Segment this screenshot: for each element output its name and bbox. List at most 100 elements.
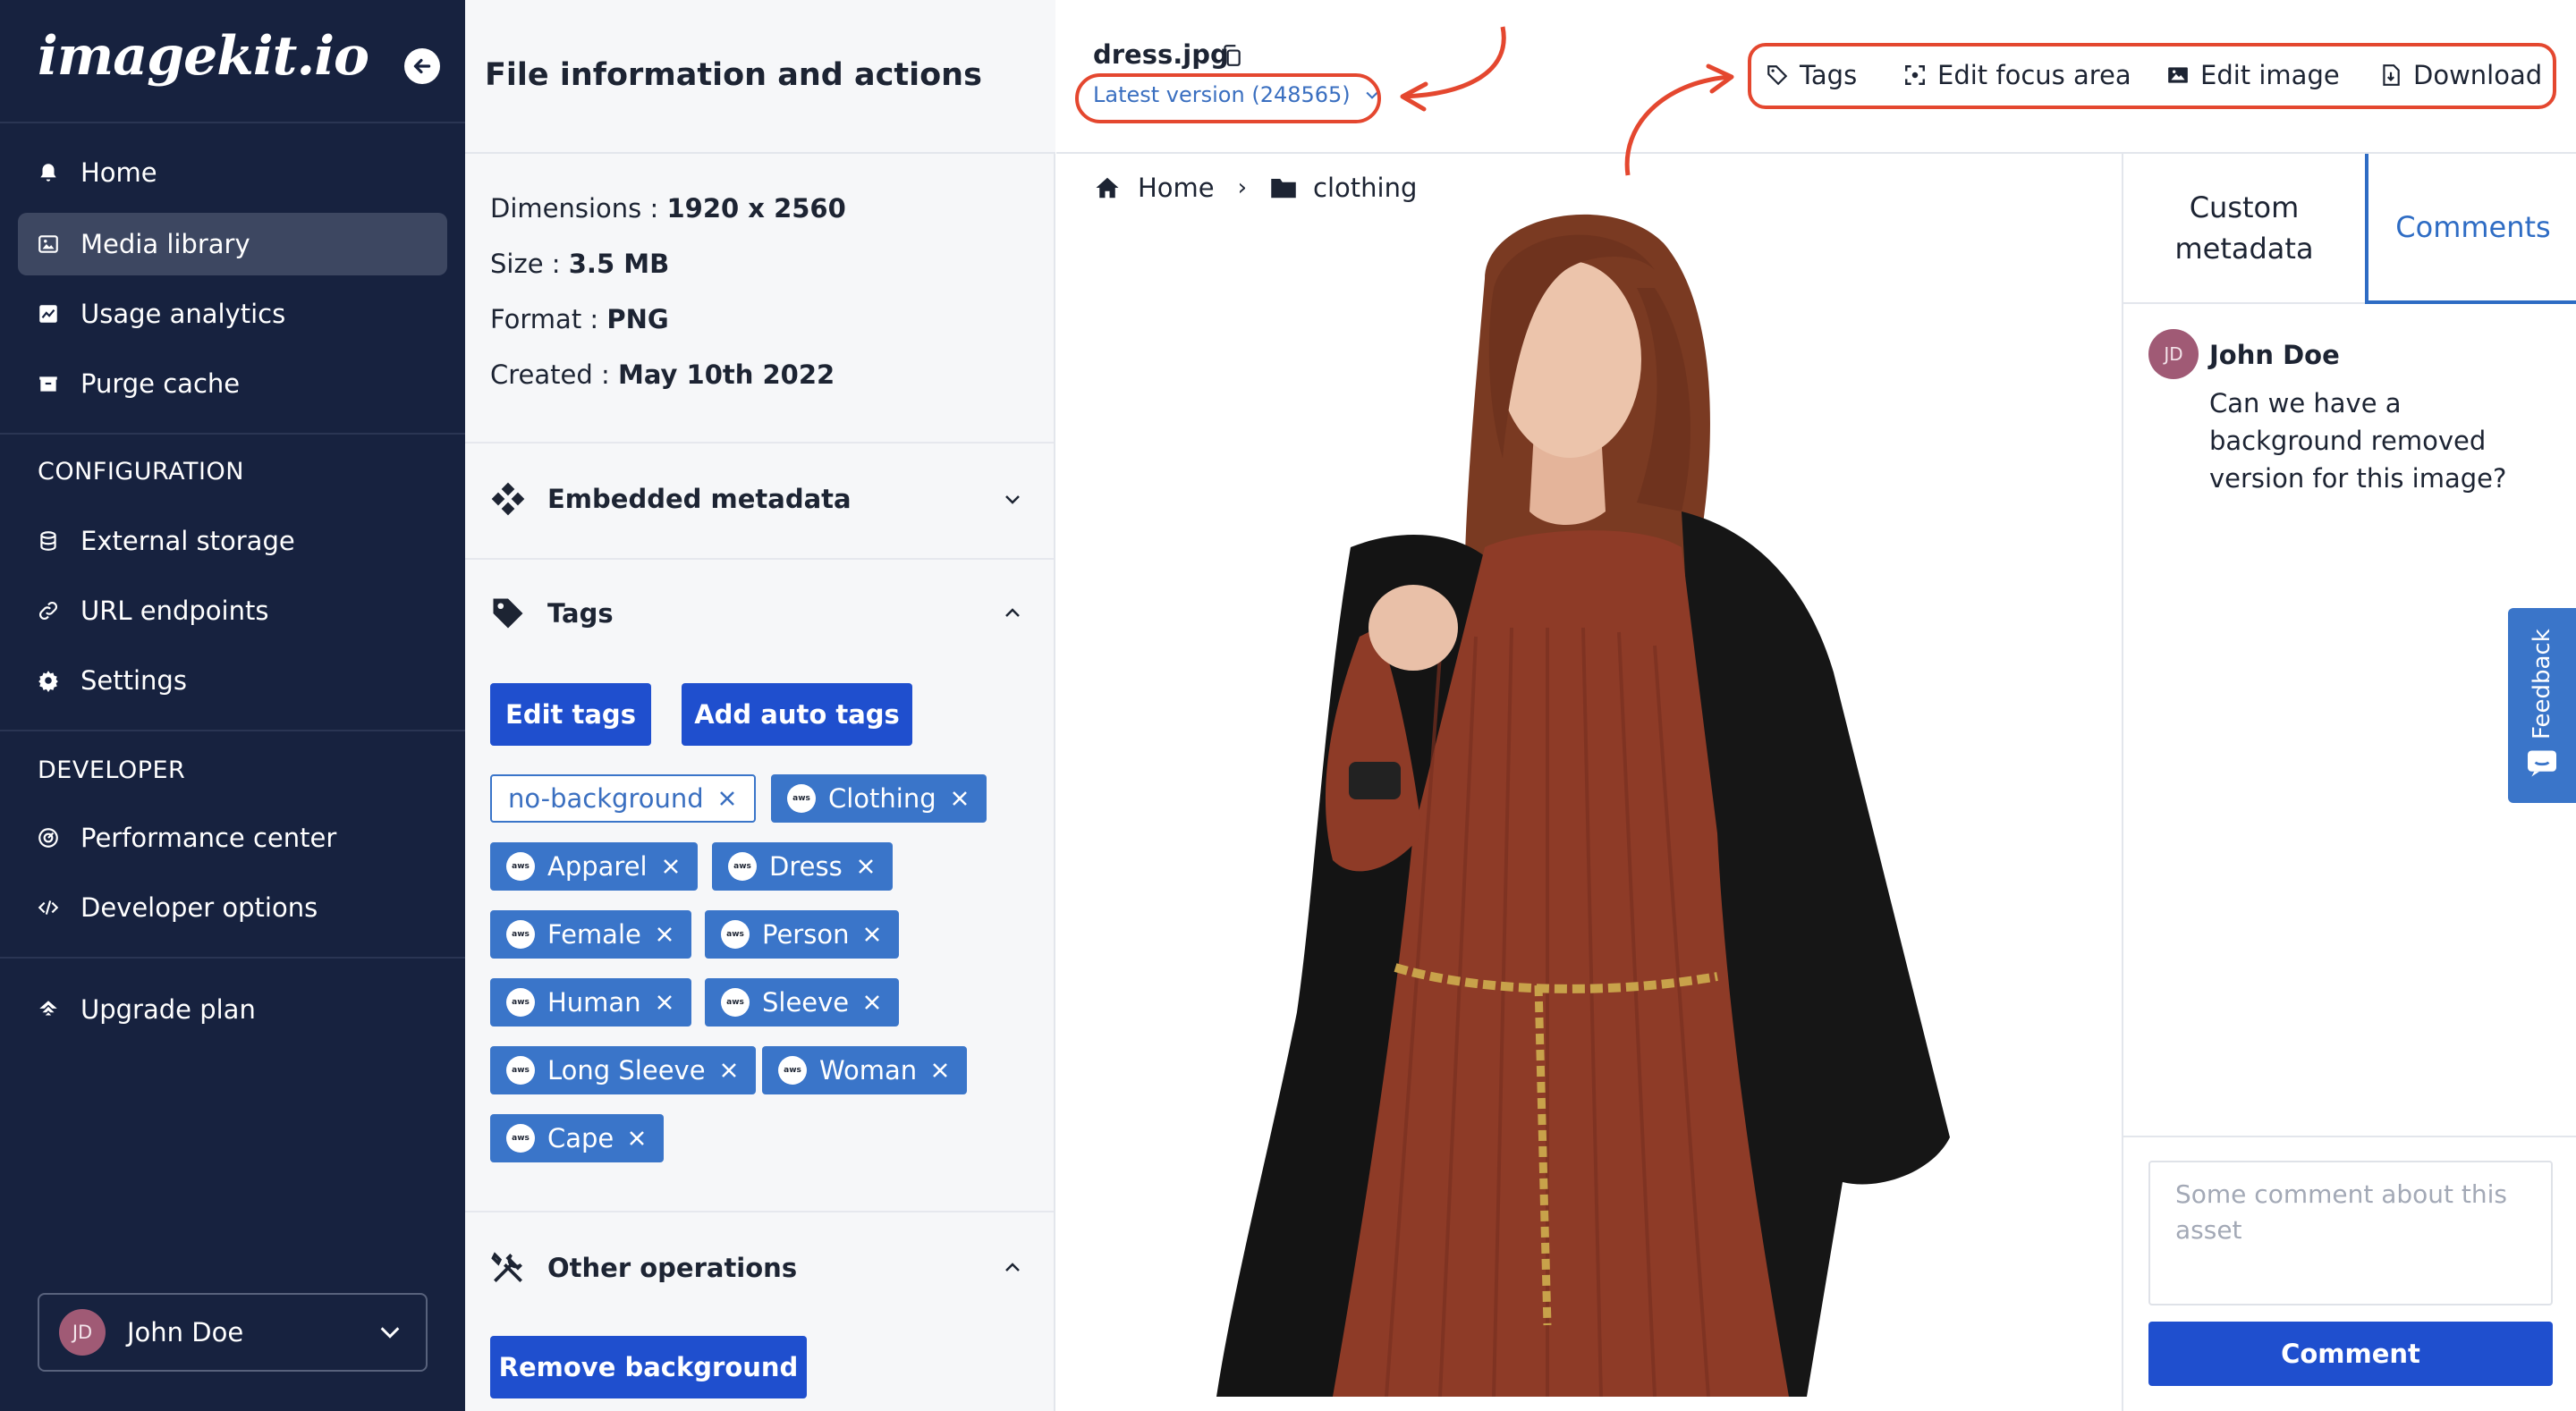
tag-chip[interactable]: aws Clothing: [771, 774, 987, 823]
size-row: Size : 3.5 MB: [490, 249, 669, 279]
nav-usage-analytics[interactable]: Usage analytics: [18, 283, 447, 345]
avatar: JD: [2148, 329, 2199, 379]
image-preview: [1216, 214, 1950, 1397]
remove-tag-icon[interactable]: [949, 788, 970, 809]
remove-tag-icon[interactable]: [716, 788, 738, 809]
sidebar: imagekit.io Home Media library Usage ana…: [0, 0, 465, 1411]
aws-badge-icon: aws: [721, 920, 750, 949]
nav-developer-options[interactable]: Developer options: [18, 876, 447, 939]
created-label: Created :: [490, 359, 618, 390]
tab-comments[interactable]: Comments: [2365, 154, 2576, 304]
tag-label: Long Sleeve: [547, 1055, 706, 1086]
remove-tag-icon[interactable]: [855, 856, 877, 877]
tag-chip[interactable]: aws Apparel: [490, 842, 698, 891]
edit-focus-area-action[interactable]: Edit focus area: [1903, 57, 2131, 93]
tab-custom-metadata-label: Custom metadata: [2174, 190, 2314, 266]
upgrade-icon: [36, 997, 61, 1022]
format-row: Format : PNG: [490, 304, 669, 334]
tag-chip[interactable]: aws Human: [490, 978, 691, 1027]
image-gallery-icon: [36, 232, 61, 257]
tag-chip[interactable]: aws Female: [490, 910, 691, 959]
link-icon: [36, 598, 61, 623]
database-icon: [36, 528, 61, 553]
other-operations-header[interactable]: Other operations: [488, 1241, 1034, 1295]
arrow-left-icon: [413, 58, 431, 74]
sidebar-divider: [0, 433, 465, 435]
nav-developer-options-label: Developer options: [80, 892, 318, 923]
aws-badge-icon: aws: [787, 784, 816, 813]
tag-label: Dress: [769, 851, 843, 882]
focus-icon: [1905, 65, 1925, 85]
nav-url-endpoints-label: URL endpoints: [80, 596, 269, 626]
gear-icon: [36, 668, 61, 693]
tag-chip[interactable]: no-background: [490, 774, 756, 823]
avatar: JD: [59, 1309, 106, 1356]
tags-section-header[interactable]: Tags: [488, 587, 1034, 640]
comment-input[interactable]: [2148, 1161, 2553, 1305]
edit-image-label: Edit image: [2200, 60, 2340, 90]
remove-background-button[interactable]: Remove background: [490, 1336, 807, 1398]
nav-purge-cache[interactable]: Purge cache: [18, 352, 447, 415]
tag-chip[interactable]: aws Dress: [712, 842, 893, 891]
breadcrumb: Home › clothing: [1093, 168, 1417, 207]
tag-label: Female: [547, 919, 641, 950]
aws-badge-icon: aws: [721, 988, 750, 1017]
imagekit-logo[interactable]: imagekit.io: [38, 25, 369, 88]
tag-chip[interactable]: aws Sleeve: [705, 978, 900, 1027]
nav-home[interactable]: Home: [18, 141, 447, 204]
breadcrumb-home[interactable]: Home: [1138, 173, 1215, 203]
file-name: dress.jpg: [1093, 39, 1229, 70]
code-icon: [36, 895, 61, 920]
nav-settings[interactable]: Settings: [18, 649, 447, 712]
nav-media-library-label: Media library: [80, 229, 250, 259]
edit-image-action[interactable]: Edit image: [2166, 57, 2340, 93]
tags-action[interactable]: Tags: [1766, 57, 1857, 93]
chevron-down-icon: [380, 1327, 400, 1339]
dimensions-label: Dimensions :: [490, 193, 667, 224]
aws-badge-icon: aws: [506, 988, 535, 1017]
edit-tags-button[interactable]: Edit tags: [490, 683, 651, 746]
dimensions-value: 1920 x 2560: [666, 193, 846, 224]
add-auto-tags-button[interactable]: Add auto tags: [682, 683, 912, 746]
composer-divider: [2123, 1136, 2576, 1137]
remove-tag-icon[interactable]: [654, 924, 675, 945]
remove-tag-icon[interactable]: [626, 1128, 648, 1149]
section-divider: [465, 442, 1054, 444]
tag-label: Human: [547, 987, 641, 1018]
remove-tag-icon[interactable]: [861, 924, 883, 945]
embedded-metadata-header[interactable]: Embedded metadata: [488, 472, 1034, 526]
tab-custom-metadata[interactable]: Custom metadata: [2123, 154, 2365, 304]
breadcrumb-folder[interactable]: clothing: [1313, 173, 1417, 203]
nav-external-storage[interactable]: External storage: [18, 510, 447, 572]
nav-settings-label: Settings: [80, 665, 187, 696]
edit-focus-area-label: Edit focus area: [1937, 60, 2131, 90]
remove-tag-icon[interactable]: [654, 992, 675, 1013]
remove-tag-icon[interactable]: [718, 1060, 740, 1081]
user-menu[interactable]: JD John Doe: [38, 1293, 428, 1372]
tag-chip[interactable]: aws Long Sleeve: [490, 1046, 756, 1094]
nav-upgrade-plan[interactable]: Upgrade plan: [18, 978, 447, 1041]
tag-chip[interactable]: aws Person: [705, 910, 900, 959]
remove-tag-icon[interactable]: [660, 856, 682, 877]
remove-tag-icon[interactable]: [861, 992, 883, 1013]
file-info-panel: File information and actions Dimensions …: [465, 0, 1055, 1411]
remove-tag-icon[interactable]: [929, 1060, 951, 1081]
copy-icon[interactable]: [1220, 43, 1243, 68]
nav-home-label: Home: [80, 157, 157, 188]
tag-chip[interactable]: aws Woman: [762, 1046, 968, 1094]
user-name: John Doe: [127, 1317, 244, 1348]
comment-submit-button[interactable]: Comment: [2148, 1322, 2553, 1386]
tag-label: Woman: [819, 1055, 918, 1086]
format-value: PNG: [606, 304, 669, 334]
collapse-sidebar-button[interactable]: [404, 48, 440, 84]
download-action[interactable]: Download: [2379, 57, 2542, 93]
aws-badge-icon: aws: [728, 852, 757, 881]
nav-url-endpoints[interactable]: URL endpoints: [18, 579, 447, 642]
cache-box-icon: [36, 371, 61, 396]
nav-usage-analytics-label: Usage analytics: [80, 299, 286, 329]
nav-performance-center[interactable]: Performance center: [18, 807, 447, 869]
info-header: File information and actions: [465, 0, 1055, 154]
bell-icon: [36, 160, 61, 185]
nav-media-library[interactable]: Media library: [18, 213, 447, 275]
tag-chip[interactable]: aws Cape: [490, 1114, 665, 1162]
